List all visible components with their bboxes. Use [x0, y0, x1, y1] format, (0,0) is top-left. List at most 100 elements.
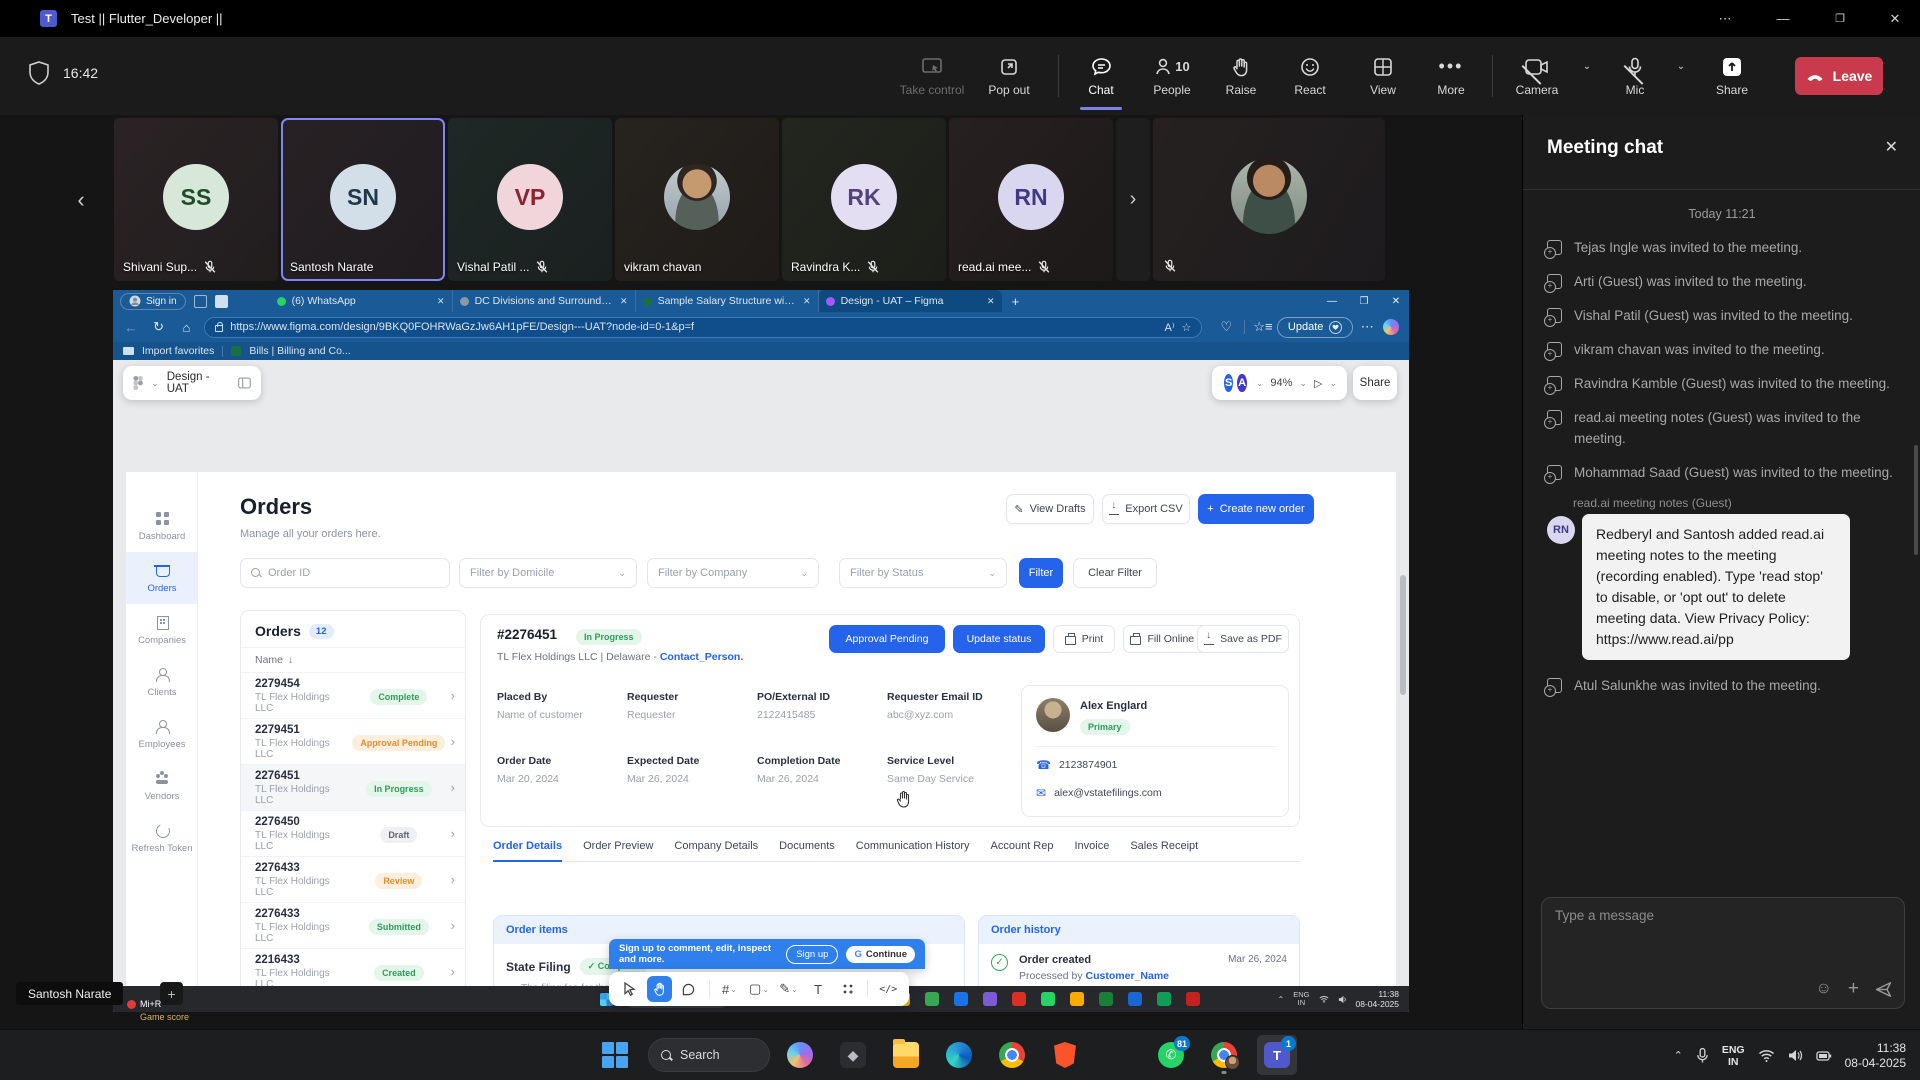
browser-tab[interactable]: (6) WhatsApp ✕ [270, 290, 453, 312]
print-button[interactable]: Print [1053, 625, 1115, 653]
chat-message-bubble[interactable]: Redberyl and Santosh added read.ai meeti… [1582, 514, 1850, 660]
browser-restore-button[interactable]: ❐ [1349, 290, 1379, 312]
actions-tool-icon[interactable] [835, 976, 861, 1002]
browser-menu-icon[interactable]: ⋯ [1353, 319, 1381, 335]
hidden-icons-chevron-icon[interactable]: ⌃ [1278, 995, 1285, 1004]
mic-button[interactable]: Mic [1608, 45, 1662, 107]
canvas-scrollbar[interactable] [1400, 575, 1406, 695]
new-tab-button[interactable]: + [1012, 294, 1020, 309]
hand-tool-icon[interactable] [647, 976, 673, 1002]
people-button[interactable]: 10 People [1134, 45, 1210, 107]
participant-tile[interactable]: SN Santosh Narate [281, 118, 445, 281]
window-more-icon[interactable]: ⋯ [1702, 0, 1748, 37]
pinned-app-icon[interactable] [1157, 992, 1171, 1006]
leave-button[interactable]: Leave [1795, 57, 1883, 95]
taskbar-app-button[interactable]: ✆ 81 [1151, 1035, 1191, 1075]
pen-tool-icon[interactable]: ✎⌄ [776, 976, 802, 1002]
send-icon[interactable] [1875, 981, 1892, 998]
sidebar-item[interactable]: Clients [126, 656, 198, 708]
present-chevron-icon[interactable]: ⌄ [1329, 378, 1337, 389]
export-csv-button[interactable]: Export CSV [1102, 494, 1190, 524]
order-row[interactable]: 2276433TL Flex Holdings LLC Review › [241, 857, 465, 903]
browser-close-button[interactable]: ✕ [1381, 290, 1409, 312]
filter-domicile-select[interactable]: Filter by Domicile⌄ [459, 558, 637, 588]
sort-arrow-icon[interactable]: ↓ [288, 654, 293, 666]
strip-scroll-left-icon[interactable]: ‹ [68, 178, 94, 222]
address-bar[interactable]: https://www.figma.com/design/9BKQ0FOHRWa… [204, 317, 1202, 338]
sidebar-item[interactable]: Orders [126, 552, 198, 604]
filter-company-select[interactable]: Filter by Company⌄ [647, 558, 819, 588]
taskbar-app-button[interactable] [992, 1035, 1032, 1075]
participant-tile[interactable]: SS Shivani Sup... [114, 118, 278, 281]
taskbar-app-button[interactable]: T 1 [1257, 1035, 1297, 1075]
browser-essentials-icon[interactable]: ♡ [1212, 319, 1240, 335]
tray-mic-icon[interactable] [1696, 1047, 1709, 1065]
participant-tile-large[interactable] [1153, 118, 1385, 281]
shape-tool-icon[interactable]: ▢⌄ [746, 976, 772, 1002]
view-drafts-button[interactable]: ✎View Drafts [1006, 494, 1094, 524]
contact-email[interactable]: alex@vstatefilings.com [1054, 787, 1162, 799]
taskbar-app-button[interactable] [939, 1035, 979, 1075]
workspaces-icon[interactable] [194, 295, 207, 308]
sidebar-item[interactable]: Companies [126, 604, 198, 656]
inner-language-indicator[interactable]: ENGIN [1293, 991, 1309, 1007]
taskbar-app-button[interactable] [886, 1035, 926, 1075]
detail-tab[interactable]: Order Details [493, 840, 562, 852]
inner-clock[interactable]: 11:3808-04-2025 [1356, 989, 1399, 1009]
customer-name-link[interactable]: Customer_Name [1086, 970, 1169, 982]
view-button[interactable]: View [1351, 45, 1415, 107]
chat-button[interactable]: Chat [1071, 45, 1131, 107]
volume-icon[interactable] [1788, 1049, 1803, 1062]
pinned-app-icon[interactable] [954, 992, 968, 1006]
chat-close-icon[interactable]: ✕ [1885, 137, 1898, 157]
update-status-button[interactable]: Update status [953, 625, 1045, 653]
filter-status-select[interactable]: Filter by Status⌄ [839, 558, 1007, 588]
clock[interactable]: 11:3808-04-2025 [1845, 1041, 1906, 1071]
detail-tab[interactable]: Account Rep [991, 840, 1054, 852]
taskbar-app-button[interactable]: ◆ [833, 1035, 873, 1075]
name-column-header[interactable]: Name [255, 654, 283, 666]
create-new-order-button[interactable]: +Create new order [1198, 494, 1314, 524]
browser-tab[interactable]: Sample Salary Structure with calc ✕ [636, 290, 819, 312]
order-row[interactable]: 2276451TL Flex Holdings LLC In Progress … [241, 765, 465, 811]
pinned-app-icon[interactable] [1070, 992, 1084, 1006]
order-row[interactable]: 2276450TL Flex Holdings LLC Draft › [241, 811, 465, 857]
camera-button[interactable]: Camera [1506, 45, 1568, 107]
vertical-tabs-icon[interactable] [215, 295, 228, 308]
battery-icon[interactable] [1816, 1049, 1832, 1062]
detail-tab[interactable]: Documents [779, 840, 835, 852]
contact-phone[interactable]: 2123874901 [1059, 759, 1117, 771]
chat-scrollbar[interactable] [1914, 445, 1918, 555]
order-row[interactable]: 2279454TL Flex Holdings LLC Complete › [241, 673, 465, 719]
mic-options-chevron-icon[interactable]: ⌄ [1668, 45, 1694, 107]
save-as-pdf-button[interactable]: Save as PDF [1197, 625, 1289, 653]
clear-filter-button[interactable]: Clear Filter [1073, 558, 1157, 588]
pinned-app-icon[interactable] [1128, 992, 1142, 1006]
figma-logo-icon[interactable] [133, 375, 143, 391]
window-minimize-button[interactable]: — [1760, 0, 1806, 37]
pinned-app-icon[interactable] [983, 992, 997, 1006]
home-icon[interactable]: ⌂ [173, 320, 201, 335]
browser-minimize-button[interactable]: — [1317, 290, 1347, 312]
tab-close-icon[interactable]: ✕ [437, 296, 445, 307]
participant-tile[interactable]: VP Vishal Patil ... [448, 118, 612, 281]
pinned-app-icon[interactable] [1099, 992, 1113, 1006]
taskbar-app-button[interactable] [1045, 1035, 1085, 1075]
order-id-input[interactable]: Order ID [240, 558, 450, 588]
more-button[interactable]: ••• More [1421, 45, 1481, 107]
raise-hand-button[interactable]: Raise [1212, 45, 1270, 107]
sidebar-item[interactable]: Vendors [126, 760, 198, 812]
zoom-chevron-icon[interactable]: ⌄ [1299, 378, 1307, 389]
bookmark-import[interactable]: Import favorites [142, 345, 214, 357]
figma-share-button[interactable]: Share [1353, 366, 1397, 400]
taskbar-app-button[interactable] [1098, 1035, 1138, 1075]
approval-pending-button[interactable]: Approval Pending [829, 625, 945, 653]
present-icon[interactable]: ▷ [1314, 377, 1322, 390]
taskbar-app-button[interactable] [1204, 1035, 1244, 1075]
pinned-app-icon[interactable] [925, 992, 939, 1006]
browser-tab[interactable]: Design - UAT – Figma ✕ [819, 290, 1002, 312]
collaborator-avatar[interactable]: S [1222, 372, 1235, 394]
taskbar-search-box[interactable]: Search [648, 1038, 770, 1072]
participant-tile[interactable]: RK Ravindra K... [782, 118, 946, 281]
hidden-icons-chevron-icon[interactable]: ⌃ [1674, 1049, 1683, 1062]
